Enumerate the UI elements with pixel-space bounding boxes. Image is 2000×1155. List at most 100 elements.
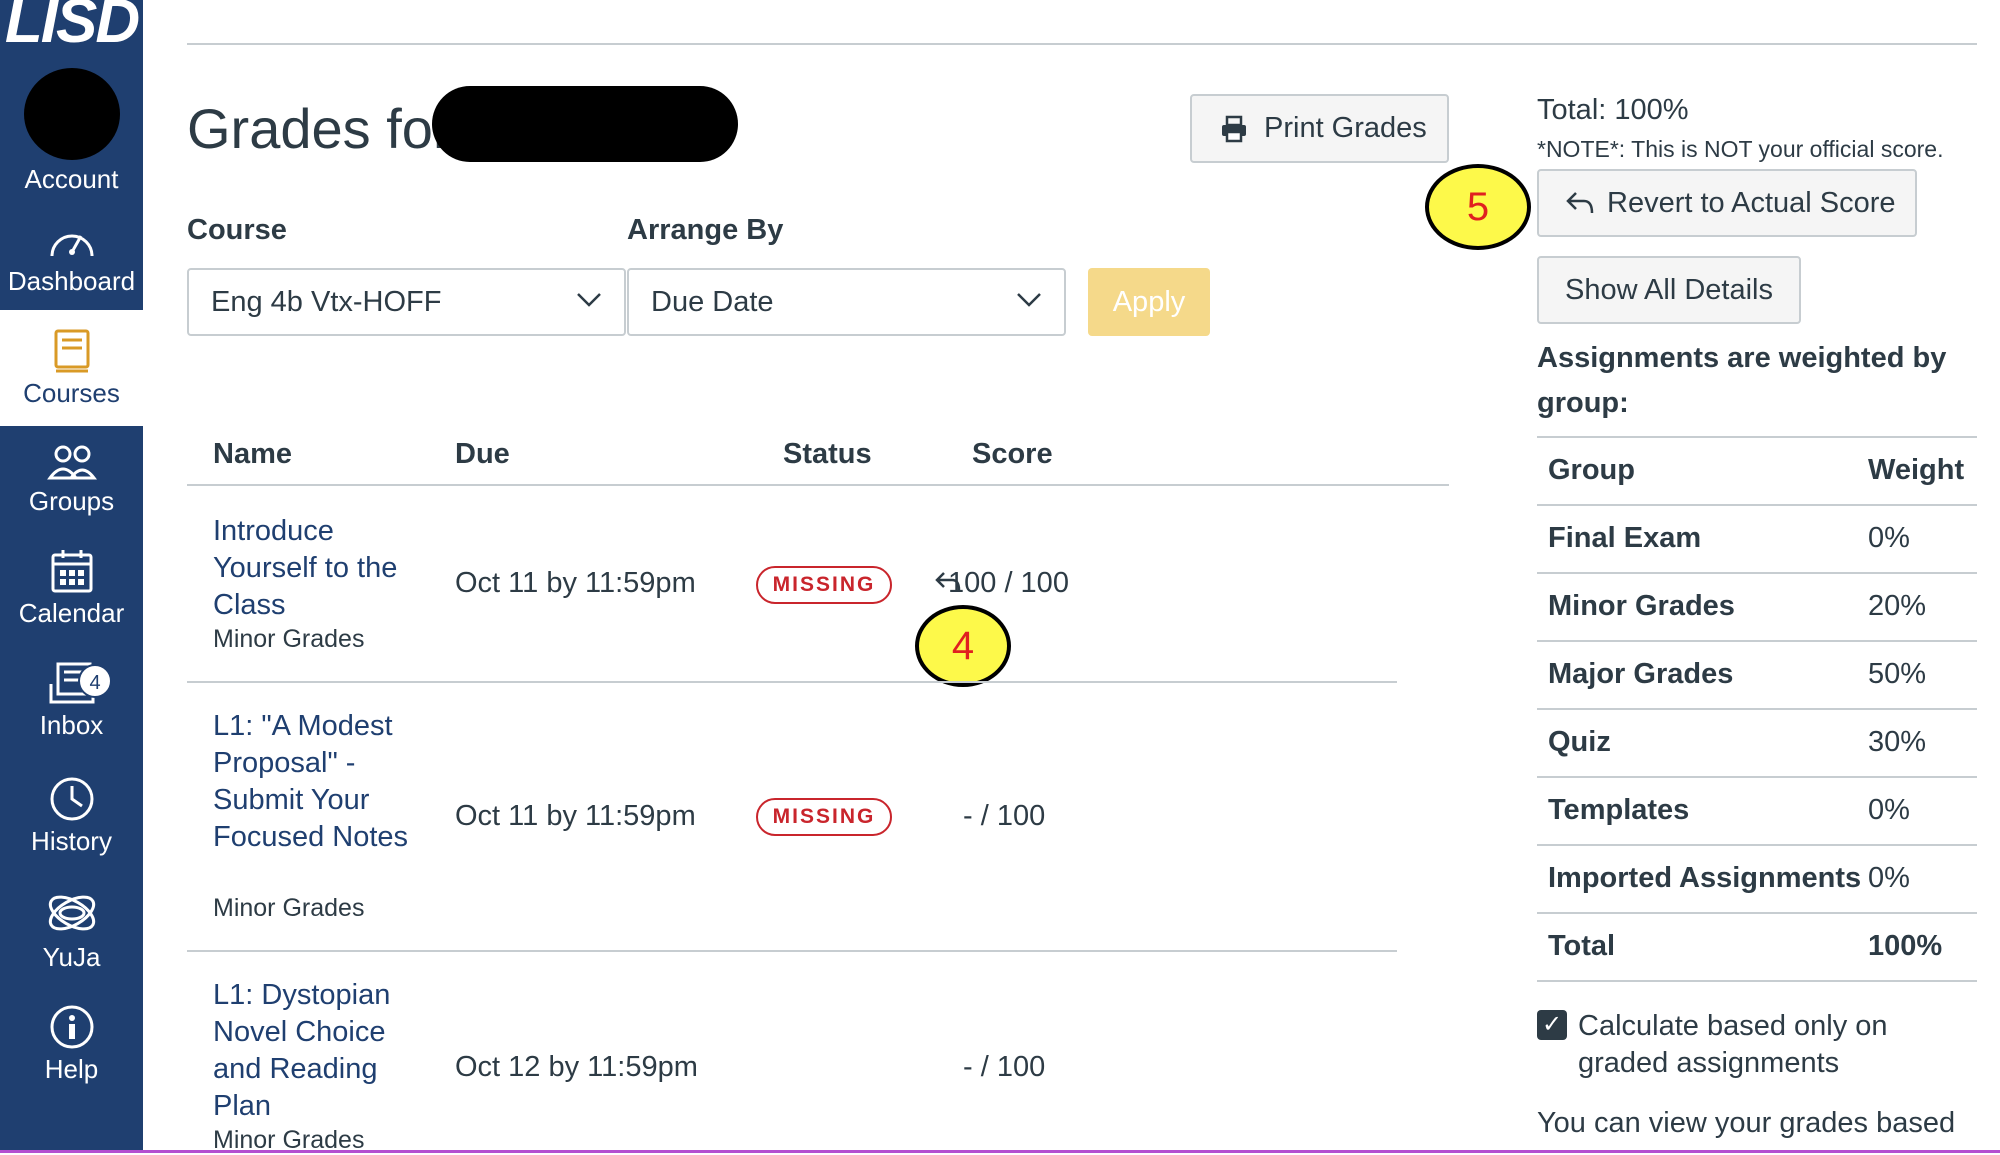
help-icon [50,1005,93,1049]
avatar [23,68,120,160]
step-callout-5: 5 [1425,164,1531,250]
weight-row: Imported Assignments 0% [1537,844,1977,912]
weight-value: 100% [1868,930,1943,962]
chevron-down-icon [1017,293,1041,307]
column-header-due[interactable]: Due [455,438,510,471]
column-header-name[interactable]: Name [213,438,292,471]
assignment-group: Minor Grades [213,625,365,653]
courses-icon [54,329,89,373]
nav-label: Account [24,164,119,194]
assignment-link[interactable]: L1: Dystopian Novel Choice and Reading P… [213,977,418,1125]
printer-icon [1222,115,1246,142]
weight-total-row: Total 100% [1537,912,1977,980]
row-divider [187,950,1397,952]
row-divider [187,681,1397,683]
column-header-score[interactable]: Score [972,438,1053,471]
weight-group: Final Exam [1548,522,1702,554]
nav-calendar[interactable]: Calendar [0,548,143,629]
print-grades-label: Print Grades [1264,112,1427,144]
assignment-score[interactable]: - / 100 [963,800,1045,833]
weights-header-weight: Weight [1868,454,1965,486]
assignment-due-date: Oct 11 by 11:59pm [455,800,696,832]
column-header-status[interactable]: Status [783,438,872,471]
weight-row: Minor Grades 20% [1537,572,1977,640]
revert-label: Revert to Actual Score [1607,186,1896,219]
unofficial-score-note: *NOTE*: This is NOT your official score. [1537,136,1944,162]
weight-group: Templates [1548,794,1690,826]
nav-label: YuJa [42,942,101,972]
nav-label: Calendar [18,598,125,628]
calculate-graded-only-label[interactable]: Calculate based only on graded assignmen… [1578,1008,1958,1082]
weights-table: Group Weight Final Exam 0% Minor Grades … [1537,436,1977,982]
assignment-due-date: Oct 11 by 11:59pm [455,567,696,599]
nav-label: History [31,826,112,856]
weight-value: 0% [1868,794,1910,826]
weights-header-group: Group [1548,454,1635,486]
table-header-divider [187,484,1449,486]
nav-label: Courses [23,378,120,408]
nav-help[interactable]: Help [0,1004,143,1085]
inbox-unread-badge: 4 [78,664,112,698]
assignment-score[interactable]: 100 / 100 [948,567,1069,600]
weights-table-bottom-rule [1537,980,1977,982]
weight-row: Templates 0% [1537,776,1977,844]
chevron-down-icon [577,293,601,307]
assignment-group: Minor Grades [213,894,365,922]
nav-label: Inbox [39,710,104,740]
total-score: Total: 100% [1537,94,1689,126]
undo-arrow-icon [1566,192,1594,214]
nav-label: Dashboard [7,266,136,296]
assignment-link[interactable]: Introduce Yourself to the Class [213,513,418,624]
page-title: Grades for [187,97,452,160]
arrange-by-label: Arrange By [627,214,784,246]
apply-button[interactable]: Apply [1088,268,1210,336]
weight-value: 30% [1868,726,1927,758]
revert-to-actual-score-button[interactable]: Revert to Actual Score [1537,169,1917,237]
nav-account[interactable]: Account [0,68,143,195]
groups-icon [46,445,97,480]
nav-label: Help [44,1054,99,1084]
nav-label: Groups [28,486,115,516]
dashboard-icon [50,234,93,257]
arrange-by-select-value: Due Date [651,285,774,318]
assignment-score[interactable]: - / 100 [963,1051,1045,1084]
weight-value: 0% [1868,522,1910,554]
weight-group: Quiz [1548,726,1611,758]
course-select-value: Eng 4b Vtx-HOFF [211,285,442,318]
weight-row: Final Exam 0% [1537,504,1977,572]
yuja-icon [48,895,95,931]
weight-value: 20% [1868,590,1927,622]
lisd-logo[interactable]: LISD [0,0,143,57]
assignment-link[interactable]: L1: "A Modest Proposal" - Submit Your Fo… [213,708,418,856]
nav-groups[interactable]: Groups [0,442,143,517]
nav-yuja[interactable]: YuJa [0,888,143,973]
missing-status-badge: MISSING [756,798,892,836]
top-divider [187,43,1977,45]
weight-row: Quiz 30% [1537,708,1977,776]
weight-group: Minor Grades [1548,590,1735,622]
calculate-graded-only-checkbox[interactable]: ✓ [1537,1010,1567,1040]
view-grades-text: You can view your grades based [1537,1107,1956,1139]
nav-inbox[interactable]: 4 Inbox [0,660,143,741]
nav-history[interactable]: History [0,776,143,857]
weights-header-row: Group Weight [1537,436,1977,504]
global-nav-sidebar: LISD Account Dashboard Courses Groups Ca… [0,0,143,1153]
assignment-due-date: Oct 12 by 11:59pm [455,1051,698,1083]
calendar-icon [51,550,92,593]
clock-icon [50,777,93,821]
missing-status-badge: MISSING [756,566,892,604]
show-all-details-button[interactable]: Show All Details [1537,256,1801,324]
weight-group: Imported Assignments [1548,862,1862,894]
nav-courses[interactable]: Courses [0,310,143,426]
redacted-student-name [432,86,738,162]
course-label: Course [187,214,287,246]
course-select[interactable]: Eng 4b Vtx-HOFF [187,268,626,336]
step-callout-4: 4 [915,605,1011,687]
weighting-heading: Assignments are weighted by group: [1537,342,1947,419]
print-grades-button[interactable]: Print Grades [1190,94,1449,163]
weight-row: Major Grades 50% [1537,640,1977,708]
nav-dashboard[interactable]: Dashboard [0,222,143,297]
weight-value: 50% [1868,658,1927,690]
weight-group: Total [1548,930,1616,962]
arrange-by-select[interactable]: Due Date [627,268,1066,336]
